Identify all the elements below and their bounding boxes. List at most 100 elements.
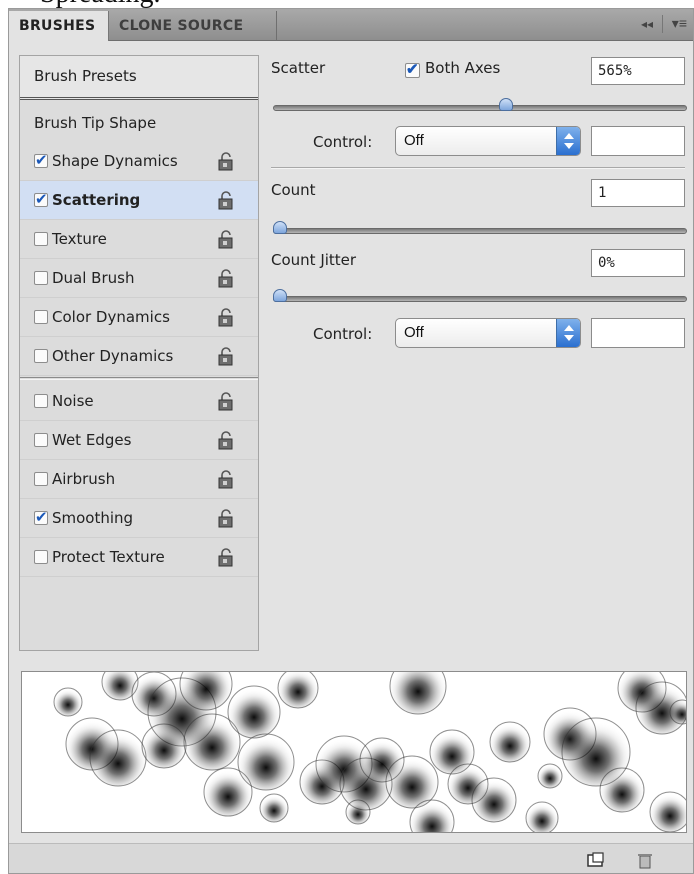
list-divider [20,377,258,380]
bubble-mark [525,801,559,832]
option-checkbox[interactable] [34,271,48,285]
tab-clone-source[interactable]: CLONE SOURCE [109,11,277,41]
count-jitter-value-field[interactable]: 0% [591,249,685,277]
control-label: Control: [313,133,373,151]
option-checkbox[interactable] [34,349,48,363]
bubble-mark [277,672,319,709]
bubble-mark [537,763,563,789]
bubble-mark [53,687,83,717]
option-checkbox[interactable] [34,508,48,526]
lock-icon[interactable] [218,151,234,171]
both-axes-checkbox[interactable] [405,60,420,78]
lock-icon[interactable] [218,268,234,288]
tabbar-divider [662,15,663,33]
panel-footer [9,843,693,873]
option-dual-brush[interactable]: Dual Brush [20,259,258,298]
option-label: Shape Dynamics [52,152,178,170]
option-checkbox[interactable] [34,394,48,408]
dropdown-value: Off [404,132,424,149]
brush-tip-shape-item[interactable]: Brush Tip Shape [20,104,258,142]
option-label: Noise [52,392,94,410]
bubble-mark [389,672,447,715]
count-jitter-control-field[interactable] [591,318,685,348]
option-label: Texture [52,230,107,248]
option-checkbox[interactable] [34,310,48,324]
option-checkbox[interactable] [34,550,48,564]
count-slider-thumb[interactable] [273,221,287,234]
brush-settings-list: Brush Presets Brush Tip Shape Shape Dyna… [19,55,259,651]
option-checkbox[interactable] [34,472,48,486]
tab-brushes[interactable]: BRUSHES [9,11,109,41]
bubble-mark [141,723,187,769]
option-label: Smoothing [52,509,134,527]
brush-presets-button[interactable]: Brush Presets [20,56,258,100]
collapse-panel-icon[interactable]: ◂◂ [641,17,653,31]
option-shape-dynamics[interactable]: Shape Dynamics [20,142,258,181]
bubble-mark [89,729,147,787]
lock-icon[interactable] [218,469,234,489]
control-label-2: Control: [313,325,373,343]
scatter-label: Scatter [271,59,326,77]
option-checkbox[interactable] [34,433,48,447]
scatter-slider-thumb[interactable] [499,98,513,111]
lock-icon[interactable] [218,346,234,366]
count-jitter-control-dropdown[interactable]: Off [395,318,581,348]
dropdown-arrows-icon-2 [556,319,580,347]
trash-icon[interactable] [637,852,653,870]
option-label: Color Dynamics [52,308,170,326]
dropdown-arrows-icon [556,127,580,155]
bubble-stroke-preview-image [53,672,686,832]
option-noise[interactable]: Noise [20,382,258,421]
count-jitter-slider-track[interactable] [273,296,687,302]
option-scattering[interactable]: Scattering [20,181,258,220]
both-axes-label: Both Axes [425,59,501,77]
lock-icon[interactable] [218,229,234,249]
option-checkbox[interactable] [34,232,48,246]
brushes-panel: BRUSHES CLONE SOURCE ◂◂ ▾≡ Brush Presets… [8,8,694,874]
bubble-mark [259,793,289,823]
bubble-mark [599,767,645,813]
lock-icon[interactable] [218,307,234,327]
option-label: Dual Brush [52,269,135,287]
lock-icon[interactable] [218,547,234,567]
option-texture[interactable]: Texture [20,220,258,259]
option-protect-texture[interactable]: Protect Texture [20,538,258,577]
scatter-control-field[interactable] [591,126,685,156]
option-other-dynamics[interactable]: Other Dynamics [20,337,258,376]
panel-menu-icon[interactable]: ▾≡ [672,15,687,32]
lock-icon[interactable] [218,430,234,450]
option-color-dynamics[interactable]: Color Dynamics [20,298,258,337]
lock-icon[interactable] [218,391,234,411]
bubble-mark [649,791,686,832]
count-label: Count [271,181,316,199]
scatter-control-dropdown[interactable]: Off [395,126,581,156]
create-new-brush-icon[interactable] [587,852,605,868]
option-label: Scattering [52,191,141,209]
bubble-mark [471,777,517,823]
option-label: Airbrush [52,470,116,488]
scatter-value-field[interactable]: 565% [591,57,685,85]
option-checkbox[interactable] [34,190,48,208]
panel-tab-bar: BRUSHES CLONE SOURCE ◂◂ ▾≡ [9,9,693,41]
brush-stroke-preview [21,671,687,833]
option-smoothing[interactable]: Smoothing [20,499,258,538]
count-value-field[interactable]: 1 [591,179,685,207]
option-wet-edges[interactable]: Wet Edges [20,421,258,460]
lock-icon[interactable] [218,190,234,210]
bubble-mark [345,799,371,825]
scatter-slider-track[interactable] [273,105,687,111]
option-label: Protect Texture [52,548,165,566]
count-jitter-slider-thumb[interactable] [273,289,287,302]
bubble-mark [237,733,295,791]
lock-icon[interactable] [218,508,234,528]
bubble-mark [227,685,281,739]
count-slider-track[interactable] [273,228,687,234]
option-label: Wet Edges [52,431,132,449]
option-airbrush[interactable]: Airbrush [20,460,258,499]
option-checkbox[interactable] [34,151,48,169]
count-jitter-label: Count Jitter [271,251,357,269]
dropdown-value-2: Off [404,324,424,341]
option-label: Other Dynamics [52,347,174,365]
section-separator [271,167,685,169]
bubble-mark [489,721,531,763]
